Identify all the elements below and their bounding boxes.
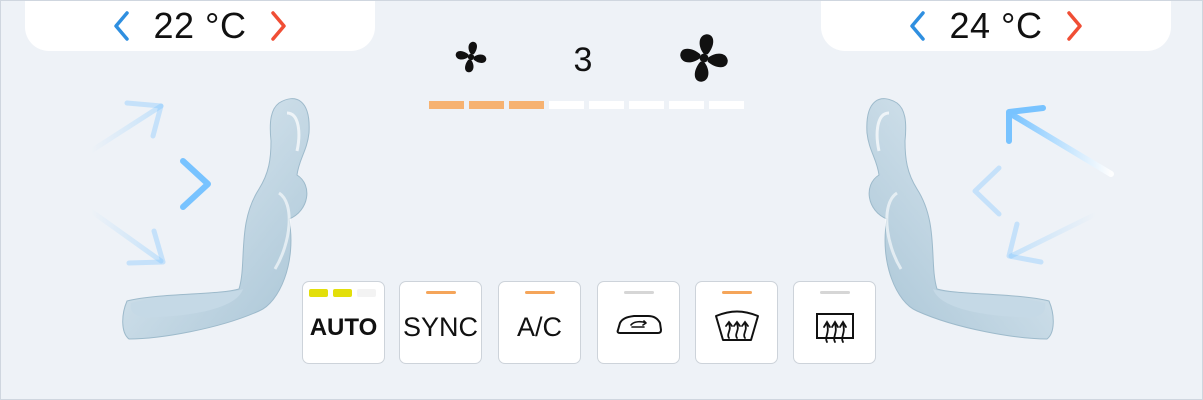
left-temperature-value: 22 °C (153, 5, 247, 46)
auto-indicator-segment (333, 289, 352, 297)
rear-defrost-button[interactable] (793, 281, 876, 364)
auto-mode-indicator (309, 289, 376, 297)
front-defrost-indicator (721, 291, 752, 294)
front-defrost-icon (714, 310, 759, 341)
arrow-left-icon (972, 165, 1094, 217)
rear-defrost-indicator (819, 291, 850, 294)
right-temp-increase-button[interactable] (1056, 6, 1092, 46)
sync-label: SYNC (402, 312, 478, 342)
auto-indicator-segment (309, 289, 328, 297)
chevron-left-icon (113, 11, 129, 41)
right-airflow-arrows[interactable] (941, 96, 1121, 286)
auto-indicator-segment (357, 289, 376, 297)
fan-increase-icon[interactable] (679, 33, 729, 83)
right-temperature-card: 24 °C (821, 1, 1171, 51)
ac-label: A/C (516, 312, 562, 342)
arrow-up-left-icon (1006, 105, 1114, 177)
fan-level-segment[interactable] (509, 101, 544, 109)
fan-control: 3 (421, 29, 751, 114)
ac-button[interactable]: A/C (498, 281, 581, 364)
fan-level-segment[interactable] (429, 101, 464, 109)
chevron-right-icon (271, 11, 287, 41)
arrow-down-left-icon (1006, 211, 1099, 265)
fan-level-segment[interactable] (629, 101, 664, 109)
fan-level-bar[interactable] (429, 101, 744, 109)
fan-level-segment[interactable] (549, 101, 584, 109)
fan-level-segment[interactable] (669, 101, 704, 109)
fan-speed-value: 3 (573, 41, 593, 79)
chevron-left-icon (909, 11, 925, 41)
fan-level-segment[interactable] (589, 101, 624, 109)
ac-indicator (524, 291, 555, 294)
recirculation-button[interactable] (597, 281, 680, 364)
right-temperature-value: 24 °C (949, 5, 1043, 46)
rear-defrost-icon (815, 313, 854, 343)
auto-button[interactable]: AUTO (302, 281, 385, 364)
recirculation-indicator (623, 291, 654, 294)
driver-seat-image[interactable] (119, 93, 319, 353)
auto-label: AUTO (309, 314, 378, 341)
chevron-right-icon (1067, 11, 1083, 41)
sync-button[interactable]: SYNC (399, 281, 482, 364)
left-temp-decrease-button[interactable] (104, 6, 140, 46)
fan-decrease-icon[interactable] (453, 39, 489, 75)
right-temp-decrease-button[interactable] (900, 6, 936, 46)
sync-indicator (425, 291, 456, 294)
car-recirculation-icon (616, 315, 662, 334)
left-temperature-card: 22 °C (25, 1, 375, 51)
fan-level-segment[interactable] (469, 101, 504, 109)
fan-level-segment[interactable] (709, 101, 744, 109)
front-defrost-button[interactable] (695, 281, 778, 364)
climate-panel: 22 °C 24 °C 3 AUTO SYNC A/C (0, 0, 1203, 400)
left-temp-increase-button[interactable] (260, 6, 296, 46)
